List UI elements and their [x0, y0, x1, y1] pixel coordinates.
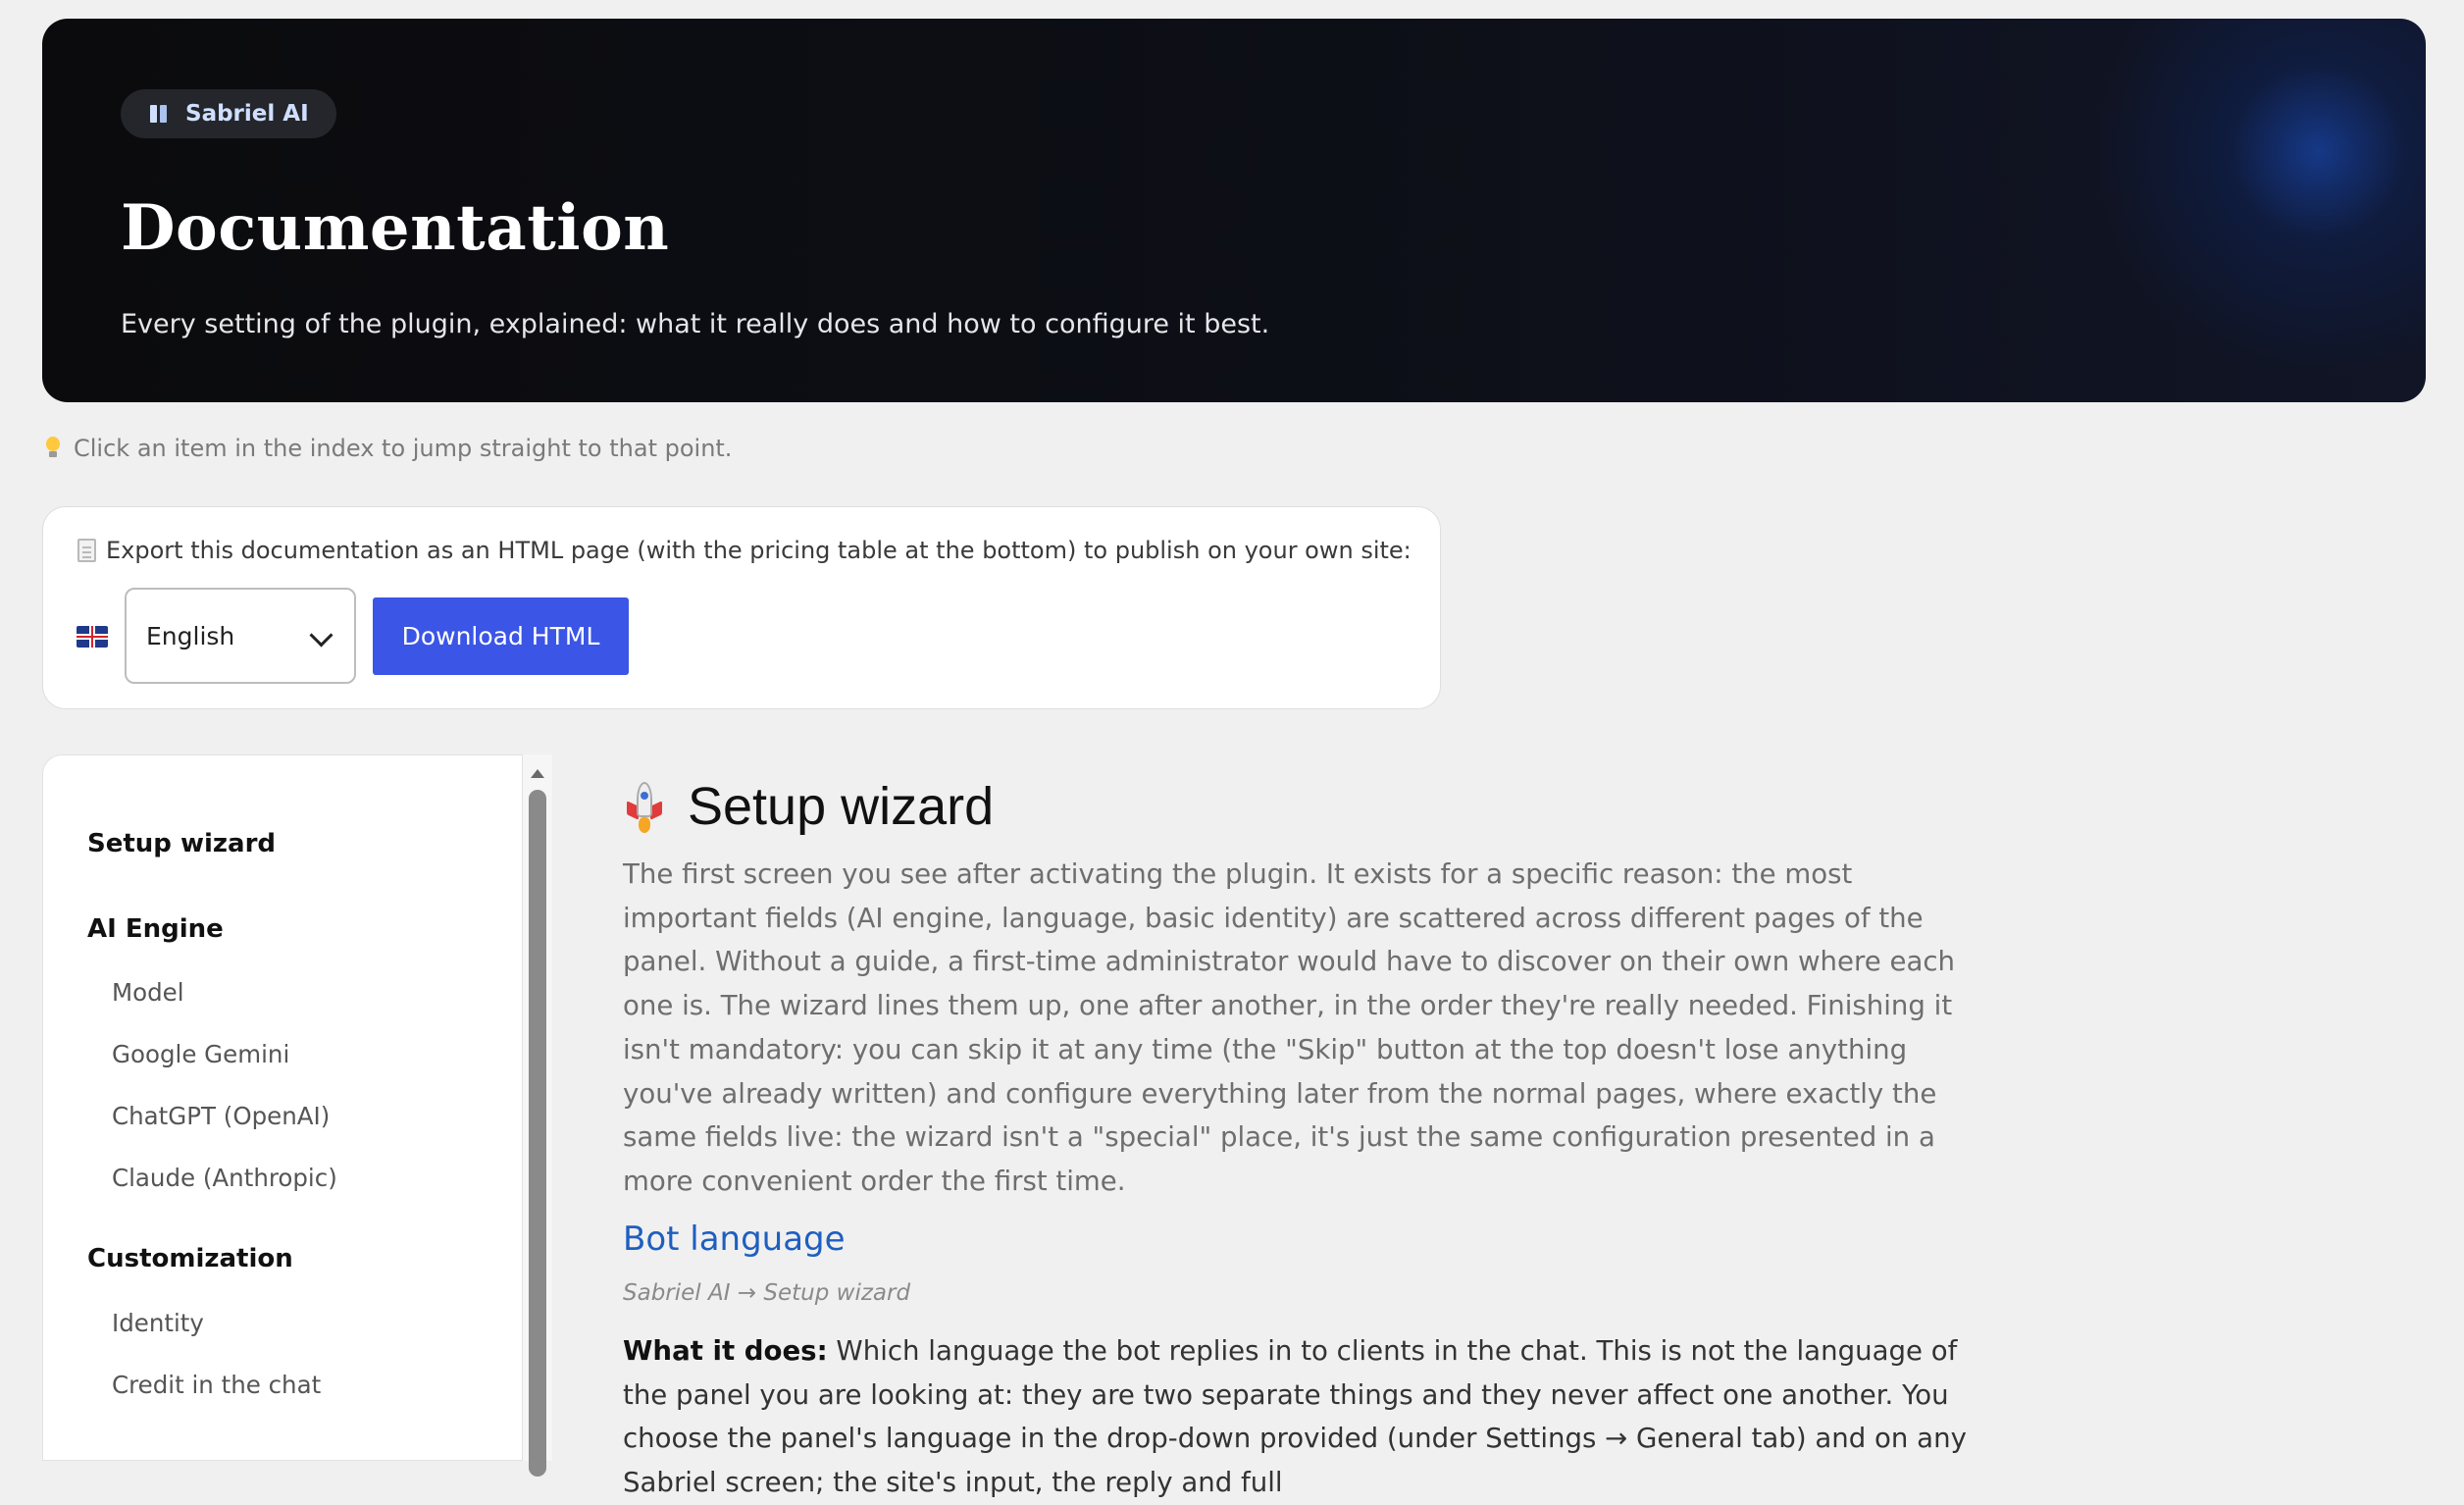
section-title: Setup wizard: [688, 777, 995, 836]
export-card: Export this documentation as an HTML pag…: [42, 506, 1441, 709]
docs-index-sidebar: Setup wizard AI Engine Model Google Gemi…: [42, 754, 523, 1461]
language-select[interactable]: English: [125, 588, 356, 684]
export-description: Export this documentation as an HTML pag…: [77, 537, 1412, 564]
sidebar-item-chatgpt[interactable]: ChatGPT (OpenAI): [112, 1102, 330, 1130]
brand-badge-label: Sabriel AI: [185, 101, 309, 127]
chevron-down-icon: [309, 623, 334, 648]
sidebar-scrollbar[interactable]: [523, 754, 552, 1477]
doc-content: Setup wizard The first screen you see af…: [623, 770, 1967, 1498]
download-html-button[interactable]: Download HTML: [373, 597, 629, 675]
export-description-text: Export this documentation as an HTML pag…: [106, 537, 1412, 564]
language-select-value: English: [146, 621, 235, 650]
setting-description: What it does: Which language the bot rep…: [623, 1329, 1967, 1505]
flag-icon: [77, 626, 108, 648]
scroll-up-arrow-icon[interactable]: [531, 769, 544, 778]
section-intro: The first screen you see after activatin…: [623, 857, 1956, 1197]
sidebar-group-setup-wizard[interactable]: Setup wizard: [87, 829, 276, 858]
section-header: Setup wizard: [623, 770, 1967, 843]
index-hint-text: Click an item in the index to jump strai…: [74, 435, 733, 462]
brand-badge: Sabriel AI: [121, 89, 336, 138]
sidebar-group-customization[interactable]: Customization: [87, 1244, 293, 1273]
sidebar-item-google-gemini[interactable]: Google Gemini: [112, 1040, 289, 1068]
sidebar-group-ai-engine[interactable]: AI Engine: [87, 914, 224, 944]
sidebar-item-model[interactable]: Model: [112, 978, 184, 1007]
document-icon: [77, 539, 96, 562]
setting-description-label: What it does:: [623, 1334, 828, 1367]
hero-banner: Sabriel AI Documentation Every setting o…: [42, 19, 2426, 402]
page-title: Documentation: [121, 191, 670, 265]
book-icon: [150, 105, 168, 123]
setting-breadcrumb: Sabriel AI → Setup wizard: [623, 1280, 911, 1306]
rocket-icon: [623, 780, 666, 833]
setting-title-bot-language[interactable]: Bot language: [623, 1220, 846, 1259]
sidebar-item-credit-in-chat[interactable]: Credit in the chat: [112, 1371, 321, 1399]
lightbulb-icon: [44, 437, 62, 460]
sidebar-item-claude[interactable]: Claude (Anthropic): [112, 1164, 337, 1192]
sidebar-item-identity[interactable]: Identity: [112, 1309, 204, 1337]
index-hint: Click an item in the index to jump strai…: [44, 435, 732, 462]
scrollbar-thumb[interactable]: [529, 790, 546, 1477]
page-subtitle: Every setting of the plugin, explained: …: [121, 309, 1270, 339]
